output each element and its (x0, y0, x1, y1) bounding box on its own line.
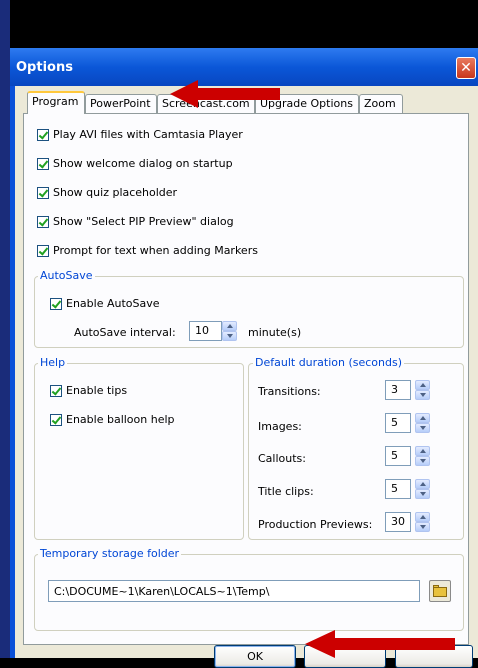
spin-up-icon[interactable] (415, 413, 430, 423)
annotation-arrow-icon (305, 630, 455, 658)
options-dialog: Options ✕ Program PowerPoint Screencast.… (10, 48, 478, 668)
callouts-spinner[interactable] (415, 446, 430, 466)
transitions-spinner[interactable] (415, 380, 430, 400)
label-transitions: Transitions: (258, 385, 321, 398)
checkbox-quiz-placeholder[interactable] (37, 187, 49, 199)
spin-up-icon[interactable] (415, 479, 430, 489)
spin-down-icon[interactable] (415, 456, 430, 466)
label-pip-preview: Show "Select PIP Preview" dialog (53, 215, 234, 228)
checkbox-balloon-help[interactable] (50, 414, 62, 426)
checkbox-prompt-markers[interactable] (37, 245, 49, 257)
autosave-interval-input[interactable]: 10 (189, 321, 222, 341)
checkbox-pip-preview[interactable] (37, 216, 49, 228)
spin-up-icon[interactable] (415, 512, 430, 522)
ok-button[interactable]: OK (214, 645, 296, 668)
label-welcome-dialog: Show welcome dialog on startup (53, 157, 233, 170)
program-tab-panel: Play AVI files with Camtasia Player Show… (23, 113, 469, 645)
window-title: Options (16, 60, 73, 75)
storage-path-input[interactable]: C:\DOCUME~1\Karen\LOCALS~1\Temp\ (48, 580, 420, 602)
spin-down-icon[interactable] (415, 522, 430, 532)
label-autosave-unit: minute(s) (248, 326, 302, 339)
autosave-interval-spinner[interactable] (222, 321, 237, 341)
desktop-edge (0, 0, 10, 658)
close-icon[interactable]: ✕ (456, 57, 476, 79)
title-clips-input[interactable]: 5 (385, 479, 411, 499)
label-images: Images: (258, 420, 302, 433)
tab-zoom[interactable]: Zoom (359, 94, 403, 113)
help-group-title: Help (38, 356, 68, 369)
spin-down-icon[interactable] (415, 423, 430, 433)
callouts-input[interactable]: 5 (385, 446, 411, 466)
label-callouts: Callouts: (258, 452, 306, 465)
folder-icon (433, 587, 447, 597)
label-quiz-placeholder: Show quiz placeholder (53, 186, 178, 199)
spin-down-icon[interactable] (415, 489, 430, 499)
spin-up-icon[interactable] (415, 446, 430, 456)
label-prompt-markers: Prompt for text when adding Markers (53, 244, 258, 257)
duration-group-title: Default duration (seconds) (253, 356, 405, 369)
checkbox-enable-autosave[interactable] (50, 298, 62, 310)
annotation-arrow-icon (170, 80, 280, 108)
transitions-input[interactable]: 3 (385, 380, 411, 400)
checkbox-welcome-dialog[interactable] (37, 158, 49, 170)
label-enable-autosave: Enable AutoSave (66, 297, 160, 310)
images-input[interactable]: 5 (385, 413, 411, 433)
spin-down-icon[interactable] (222, 331, 237, 341)
tab-powerpoint[interactable]: PowerPoint (85, 94, 157, 113)
checkbox-play-avi[interactable] (37, 129, 49, 141)
spin-up-icon[interactable] (415, 380, 430, 390)
autosave-group-title: AutoSave (38, 269, 95, 282)
dialog-client-area: Program PowerPoint Screencast.com Upgrad… (15, 86, 478, 668)
label-autosave-interval: AutoSave interval: (74, 326, 176, 339)
label-play-avi: Play AVI files with Camtasia Player (53, 128, 243, 141)
label-title-clips: Title clips: (258, 485, 314, 498)
production-previews-input[interactable]: 30 (385, 512, 411, 532)
label-enable-tips: Enable tips (66, 384, 128, 397)
browse-folder-button[interactable] (429, 580, 451, 602)
checkbox-enable-tips[interactable] (50, 385, 62, 397)
images-spinner[interactable] (415, 413, 430, 433)
label-balloon-help: Enable balloon help (66, 413, 175, 426)
label-production-previews: Production Previews: (258, 518, 373, 531)
spin-up-icon[interactable] (222, 321, 237, 331)
tab-program[interactable]: Program (27, 91, 85, 114)
title-clips-spinner[interactable] (415, 479, 430, 499)
production-previews-spinner[interactable] (415, 512, 430, 532)
storage-group-title: Temporary storage folder (38, 547, 182, 560)
spin-down-icon[interactable] (415, 390, 430, 400)
